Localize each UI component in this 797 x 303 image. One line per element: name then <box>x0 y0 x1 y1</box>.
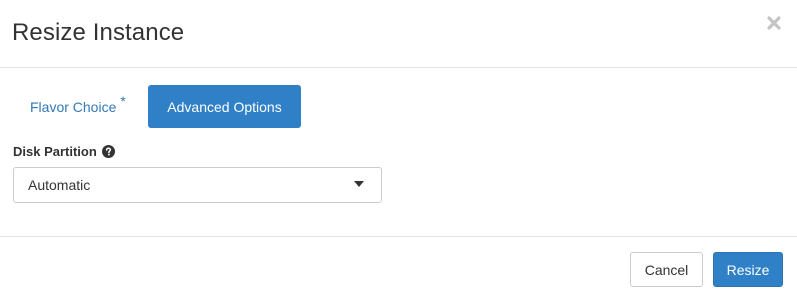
required-marker: * <box>120 93 126 109</box>
disk-partition-selected-value: Automatic <box>28 177 91 193</box>
disk-partition-label-text: Disk Partition <box>13 144 97 159</box>
dialog-header: Resize Instance <box>0 0 797 68</box>
close-button[interactable] <box>764 12 784 34</box>
caret-down-icon <box>354 181 364 187</box>
question-circle-icon[interactable] <box>101 145 115 158</box>
disk-partition-label: Disk Partition <box>13 144 115 159</box>
resize-button[interactable]: Resize <box>713 252 783 287</box>
dialog-title: Resize Instance <box>12 19 185 46</box>
close-icon <box>767 16 781 30</box>
tab-advanced-options-label: Advanced Options <box>167 98 282 115</box>
disk-partition-select[interactable]: Automatic <box>13 167 382 203</box>
tab-advanced-options[interactable]: Advanced Options <box>148 85 301 128</box>
resize-instance-dialog: Resize Instance Flavor Choice * Advanced … <box>0 0 797 302</box>
cancel-button[interactable]: Cancel <box>630 252 703 287</box>
tab-flavor-choice-label: Flavor Choice <box>30 99 117 115</box>
tab-flavor-choice[interactable]: Flavor Choice * <box>30 93 126 115</box>
